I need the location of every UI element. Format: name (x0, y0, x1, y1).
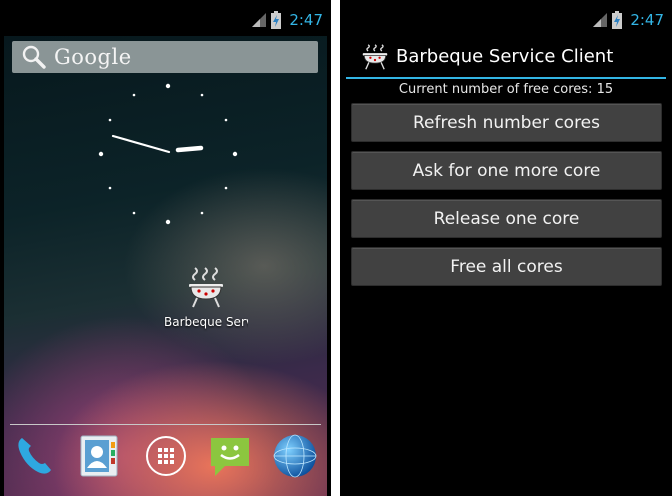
app-screen: 2:47 Barbeque Service Client Current num… (340, 0, 672, 496)
status-time: 2:47 (630, 11, 664, 29)
battery-charging-icon (612, 11, 623, 29)
free-all-cores-button[interactable]: Free all cores (351, 247, 662, 286)
analog-clock-widget[interactable] (94, 80, 242, 228)
status-time: 2:47 (289, 11, 323, 29)
globe-icon[interactable] (272, 432, 318, 480)
status-bar: 2:47 (340, 0, 672, 36)
search-icon (22, 45, 46, 69)
bbq-grill-icon (362, 44, 388, 70)
signal-icon (252, 13, 267, 27)
dock-divider (10, 424, 321, 425)
contacts-icon[interactable] (76, 432, 122, 480)
apps-grid-icon[interactable] (143, 432, 189, 480)
signal-icon (593, 13, 608, 27)
title-divider (346, 77, 666, 79)
release-core-button[interactable]: Release one core (351, 199, 662, 238)
dock (4, 432, 327, 484)
app-label-barbeque[interactable]: Barbeque Serv (164, 315, 248, 333)
google-search-label: Google (54, 45, 132, 69)
free-cores-label: Current number of free cores: 15 (398, 82, 614, 97)
battery-charging-icon (271, 11, 282, 29)
bbq-grill-icon[interactable] (187, 266, 225, 308)
home-wallpaper: Google Barbeque Serv (4, 36, 327, 496)
app-title: Barbeque Service Client (396, 46, 614, 67)
home-screen: 2:47 Google Barbeque Serv (0, 0, 331, 496)
messaging-icon[interactable] (207, 432, 253, 480)
action-bar: Barbeque Service Client (340, 36, 672, 78)
refresh-cores-button[interactable]: Refresh number cores (351, 103, 662, 142)
ask-more-core-button[interactable]: Ask for one more core (351, 151, 662, 190)
status-bar: 2:47 (0, 0, 331, 36)
phone-icon[interactable] (12, 432, 58, 480)
google-search-bar[interactable]: Google (12, 41, 318, 73)
